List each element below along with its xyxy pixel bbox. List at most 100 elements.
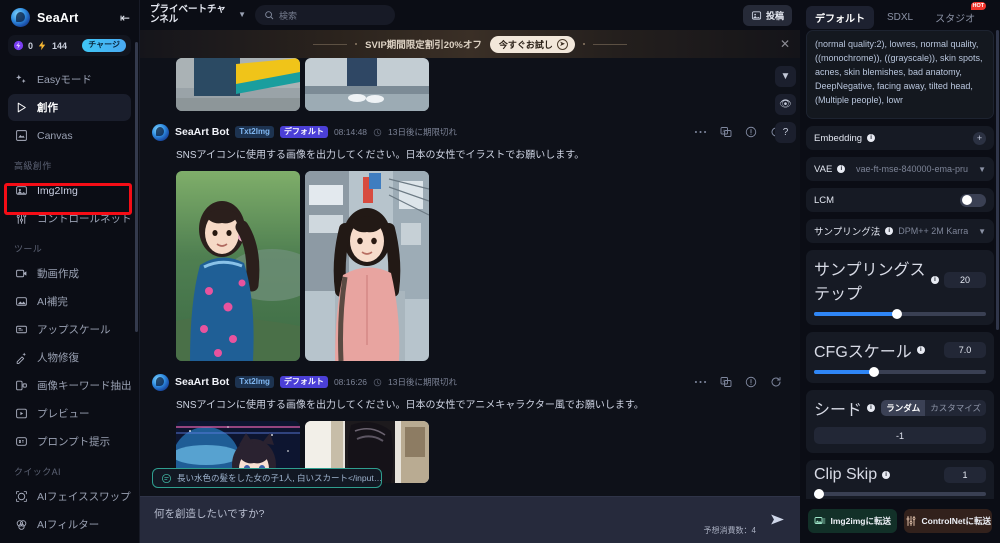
info-icon[interactable]: i: [837, 165, 846, 173]
info-icon[interactable]: i: [882, 471, 891, 479]
slider-knob[interactable]: [869, 367, 880, 377]
seed-mode-custom[interactable]: カスタマイズ: [925, 400, 986, 416]
generated-image-thumb[interactable]: [305, 58, 429, 111]
seed-mode-random[interactable]: ランダム: [881, 400, 926, 416]
sidebar-item-label: 創作: [37, 102, 58, 114]
generated-image-thumb[interactable]: [176, 171, 300, 361]
more-icon[interactable]: [694, 380, 707, 384]
clip-skip-slider[interactable]: [814, 489, 986, 499]
sliders-icon: [16, 213, 27, 224]
info-icon[interactable]: i: [916, 346, 925, 354]
sidebar-item-label: コントロールネット: [37, 213, 131, 225]
info-icon[interactable]: i: [885, 227, 894, 235]
generated-image-thumb[interactable]: [176, 58, 300, 111]
seed-mode-segmented[interactable]: ランダム カスタマイズ: [881, 400, 986, 416]
thumbnail-row-clipped-top: [152, 58, 788, 111]
sidebar: SeaArt ⇤ 0 144 チャージ Easyモード 創作 Canvas 高級…: [0, 0, 140, 543]
info-icon[interactable]: i: [931, 276, 939, 284]
bolt-icon: [38, 40, 46, 51]
generated-image-thumb[interactable]: [305, 171, 429, 361]
prompt-hint-icon: [16, 437, 27, 446]
chevron-down-icon[interactable]: ▼: [978, 165, 986, 174]
scroll-down-icon[interactable]: ▼: [775, 66, 796, 87]
panel-scrollbar[interactable]: [996, 30, 999, 330]
sidebar-item-ai-filter[interactable]: AIフィルター: [8, 511, 131, 538]
send-to-img2img-button[interactable]: Img2imgに転送: [808, 509, 897, 533]
sampler-row[interactable]: サンプリング法 i DPM++ 2M Karra ▼: [806, 219, 994, 243]
tab-studio[interactable]: スタジオ HOT: [926, 1, 987, 29]
sidebar-item-ai-face-swap[interactable]: AIフェイススワップ: [8, 483, 131, 510]
charge-button[interactable]: チャージ: [82, 39, 126, 52]
vae-value: vae-ft-mse-840000-ema-pru: [856, 164, 969, 174]
collapse-panel-icon[interactable]: ⇤: [120, 12, 130, 24]
banner-text: SVIP期間限定割引20%オフ: [365, 40, 482, 51]
sidebar-item-label: 画像キーワード抽出: [37, 380, 131, 392]
translate-icon[interactable]: A: [720, 376, 732, 388]
search-input[interactable]: 検索: [255, 5, 395, 25]
sampling-steps-slider[interactable]: [814, 309, 986, 319]
slider-knob[interactable]: [814, 489, 825, 499]
model-tag: Txt2Img: [235, 126, 274, 138]
chevron-down-icon[interactable]: ▼: [978, 227, 986, 236]
seaart-logo-icon: [11, 8, 30, 27]
chat-message: SeaArt Bot Txt2Img デフォルト 08:16:26 13日後に期…: [152, 361, 788, 483]
send-button[interactable]: [768, 511, 787, 533]
lcm-row[interactable]: LCM: [806, 188, 994, 212]
cfg-scale-value[interactable]: 7.0: [944, 342, 986, 358]
sidebar-group-tools: ツール: [14, 244, 43, 254]
chat-scroll-region[interactable]: SeaArt Bot Txt2Img デフォルト 08:14:48 13日後に期…: [140, 58, 800, 496]
more-icon[interactable]: [694, 130, 707, 134]
sidebar-item-preview[interactable]: プレビュー: [8, 400, 131, 427]
help-icon[interactable]: ?: [775, 122, 796, 143]
toggle-knob: [961, 195, 972, 205]
channel-selector[interactable]: プライベートチャンネル ▼: [150, 4, 246, 26]
send-to-controlnet-button[interactable]: ControlNetに転送: [903, 509, 992, 533]
sidebar-item-video[interactable]: 動画作成: [8, 260, 131, 287]
sidebar-item-ai-inpaint[interactable]: AI補完: [8, 288, 131, 315]
clip-skip-value[interactable]: 1: [944, 467, 986, 483]
sidebar-item-img2img[interactable]: Img2Img: [8, 177, 131, 204]
banner-cta-button[interactable]: 今すぐお試し ➤: [489, 35, 575, 53]
slider-knob[interactable]: [891, 309, 902, 319]
message-author: SeaArt Bot: [175, 126, 230, 138]
info-icon[interactable]: i: [867, 134, 876, 142]
sidebar-item-label: Img2Img: [37, 184, 78, 197]
tab-sdxl[interactable]: SDXL: [878, 8, 922, 27]
sampling-steps-value[interactable]: 20: [944, 272, 986, 288]
close-icon[interactable]: ✕: [780, 37, 790, 51]
post-button[interactable]: 投稿: [742, 4, 792, 26]
sidebar-item-label: Canvas: [37, 129, 73, 142]
sidebar-item-ai-image-upscale[interactable]: AI画像アップスケー: [8, 539, 131, 543]
translate-icon[interactable]: A: [720, 126, 732, 138]
eye-icon[interactable]: 👁: [775, 94, 796, 115]
clip-skip-label: Clip Skip: [814, 466, 878, 483]
prompt-chip[interactable]: 長い水色の髪をした女の子1人, 白いスカート</input…: [152, 468, 382, 488]
cfg-scale-slider[interactable]: [814, 367, 986, 377]
sidebar-item-label: 人物修復: [37, 352, 79, 364]
sidebar-item-easy-mode[interactable]: Easyモード: [8, 66, 131, 93]
sidebar-item-person-repair[interactable]: 人物修復: [8, 344, 131, 371]
sidebar-item-controlnet[interactable]: コントロールネット: [8, 205, 131, 232]
sidebar-item-create[interactable]: 創作: [8, 94, 131, 121]
embedding-row[interactable]: Embedding i +: [806, 126, 994, 150]
lcm-toggle[interactable]: [960, 193, 986, 207]
info-icon[interactable]: i: [867, 404, 876, 412]
tab-default[interactable]: デフォルト: [806, 5, 874, 29]
info-icon[interactable]: [745, 126, 757, 138]
message-composer[interactable]: 何を創造したいですか? 予想消費数：4: [140, 496, 800, 543]
regenerate-icon[interactable]: [770, 376, 782, 388]
arrow-right-circle-icon: ➤: [556, 38, 568, 50]
negative-prompt-scrollbar[interactable]: [988, 35, 990, 101]
clock-icon: [373, 378, 382, 386]
gem-icon: [13, 40, 24, 51]
sidebar-item-image-keyword[interactable]: 画像キーワード抽出: [8, 372, 131, 399]
sidebar-item-canvas[interactable]: Canvas: [8, 122, 131, 149]
vae-row[interactable]: VAE i vae-ft-mse-840000-ema-pru ▼: [806, 157, 994, 181]
sidebar-item-upscale[interactable]: アップスケール: [8, 316, 131, 343]
sidebar-scrollbar[interactable]: [135, 42, 138, 332]
sidebar-item-prompt-hint[interactable]: プロンプト提示: [8, 428, 131, 455]
negative-prompt-field[interactable]: (normal quality:2), lowres, normal quali…: [806, 30, 994, 119]
info-icon[interactable]: [745, 376, 757, 388]
plus-icon[interactable]: +: [973, 131, 986, 145]
seed-value-input[interactable]: -1: [814, 427, 986, 444]
